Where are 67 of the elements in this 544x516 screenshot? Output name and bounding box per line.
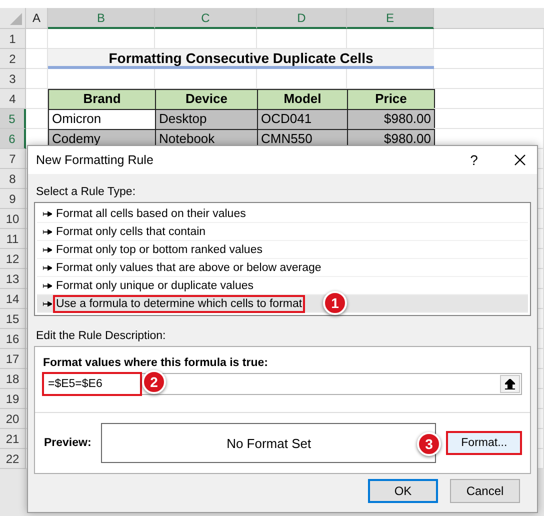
row-header[interactable]: 8 <box>0 169 26 189</box>
column-header[interactable]: B <box>48 8 155 29</box>
close-icon <box>514 154 526 166</box>
collapse-dialog-button[interactable] <box>500 375 520 393</box>
row-header[interactable]: 9 <box>0 189 26 209</box>
rule-type-label: Format only cells that contain <box>56 226 206 238</box>
arrow-icon <box>43 210 52 216</box>
section-label: Select a Rule Type: <box>36 186 137 198</box>
step-badge: 2 <box>142 370 166 394</box>
step-badge: 1 <box>323 291 347 315</box>
row-header[interactable]: 6 <box>0 129 26 149</box>
row-header[interactable]: 19 <box>0 389 26 409</box>
row-header[interactable]: 4 <box>0 89 26 109</box>
rule-type-label: Format only values that are above or below average <box>56 262 322 274</box>
step-badge: 3 <box>417 432 441 456</box>
header-cell: Model <box>257 89 348 110</box>
rule-type-label: Use a formula to determine which cells to format <box>56 298 302 310</box>
cancel-button[interactable]: Cancel <box>450 479 520 503</box>
column-header[interactable]: A <box>26 8 48 29</box>
arrow-icon <box>43 246 52 252</box>
formula-label: Format values where this formula is true: <box>43 357 269 369</box>
column-header[interactable]: D <box>257 8 347 29</box>
table-cell: Desktop <box>155 109 258 130</box>
row-header[interactable]: 20 <box>0 409 26 429</box>
row-header[interactable]: 12 <box>0 249 26 269</box>
empty-cell[interactable] <box>434 69 544 89</box>
rule-type-label: Format only unique or duplicate values <box>56 280 254 292</box>
section-label: Edit the Rule Description: <box>36 330 167 342</box>
header-cell: Device <box>155 89 258 110</box>
rule-type-label: Format only top or bottom ranked values <box>56 244 262 256</box>
up-arrow-icon <box>505 378 515 390</box>
row-header[interactable]: 13 <box>0 269 26 289</box>
row-header[interactable]: 11 <box>0 229 26 249</box>
arrow-icon <box>43 228 52 234</box>
help-button[interactable]: ? <box>459 151 489 169</box>
select-all-corner[interactable] <box>0 8 26 29</box>
formula-input[interactable]: =$E5=$E6 <box>44 374 140 394</box>
arrow-icon <box>43 264 52 270</box>
arrow-icon <box>43 282 52 288</box>
row-header[interactable]: 2 <box>0 49 26 69</box>
table-cell: OCD041 <box>257 109 348 130</box>
formula-field[interactable]: =$E5=$E6 2 <box>43 373 522 395</box>
header-cell: Brand <box>48 89 156 110</box>
row-header[interactable]: 1 <box>0 29 26 49</box>
header-cell: Price <box>347 89 435 110</box>
format-button[interactable]: Format... <box>446 431 522 455</box>
row-header[interactable]: 15 <box>0 309 26 329</box>
preview-label: Preview: <box>44 437 92 449</box>
row-header[interactable]: 3 <box>0 69 26 89</box>
rule-type-label: Format all cells based on their values <box>56 208 246 220</box>
empty-cell[interactable] <box>434 29 544 49</box>
table-cell: $980.00 <box>347 109 435 130</box>
row-header[interactable]: 21 <box>0 429 26 449</box>
row-header[interactable]: 10 <box>0 209 26 229</box>
row-header[interactable]: 18 <box>0 369 26 389</box>
sheet-title: Formatting Consecutive Duplicate Cells <box>48 49 434 69</box>
row-header[interactable]: 16 <box>0 329 26 349</box>
row-header[interactable]: 14 <box>0 289 26 309</box>
row-header[interactable]: 5 <box>0 109 26 129</box>
row-header[interactable]: 22 <box>0 449 26 469</box>
arrow-icon <box>43 300 52 306</box>
dialog-title: New Formatting Rule <box>36 153 154 167</box>
ok-button[interactable]: OK <box>368 479 438 503</box>
column-header[interactable]: E <box>347 8 434 29</box>
row-header[interactable]: 7 <box>0 149 26 169</box>
row-header[interactable]: 17 <box>0 349 26 369</box>
column-header[interactable]: C <box>155 8 257 29</box>
